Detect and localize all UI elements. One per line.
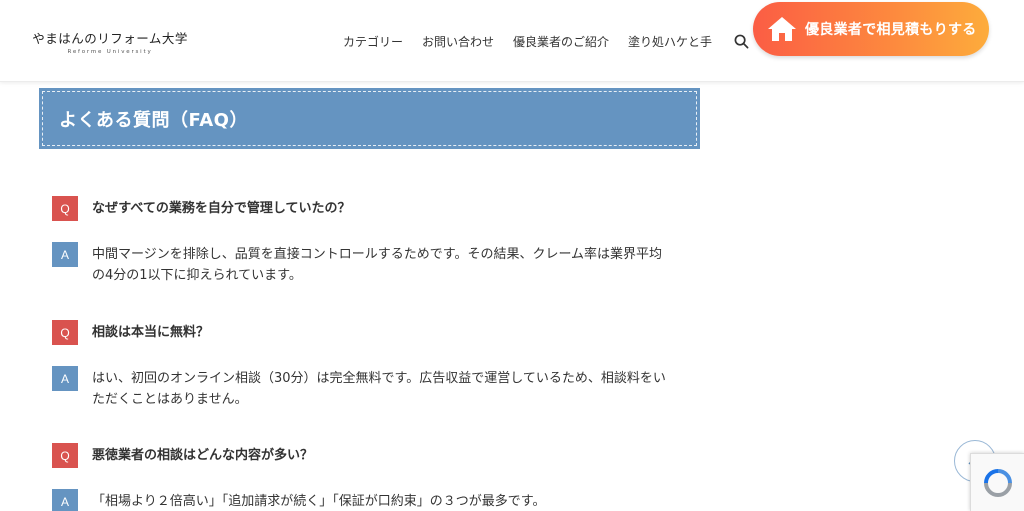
question-badge: Q <box>52 196 78 221</box>
faq-question-1: Q なぜすべての業務を自分で管理していたの？ <box>52 196 350 221</box>
answer-text: はい、初回のオンライン相談（30分）は完全無料です。広告収益で運営しているため、… <box>92 371 666 407</box>
faq-answer-1: A 中間マージンを排除し、品質を直接コントロールするためです。その結果、クレーム… <box>52 242 672 286</box>
site-logo[interactable]: やまはんのリフォーム大学 Reforme University <box>32 22 187 60</box>
nav-item-hake[interactable]: 塗り処ハケと手 <box>628 33 712 50</box>
logo-sub-text: Reforme University <box>67 48 153 55</box>
faq-heading: よくある質問（FAQ） <box>59 109 248 131</box>
recaptcha-icon <box>983 468 1012 497</box>
answer-text: 中間マージンを排除し、品質を直接コントロールするためです。その結果、クレーム率は… <box>92 247 663 283</box>
question-text: 相談は本当に無料？ <box>92 325 210 340</box>
faq-heading-box: よくある質問（FAQ） <box>39 88 700 149</box>
home-icon <box>767 16 797 42</box>
answer-badge: A <box>52 489 78 511</box>
logo-main-text: やまはんのリフォーム大学 <box>32 30 188 46</box>
nav-item-category[interactable]: カテゴリー <box>343 33 403 50</box>
question-text: 悪徳業者の相談はどんな内容が多い？ <box>92 448 314 463</box>
question-badge: Q <box>52 320 78 345</box>
search-icon[interactable] <box>733 34 749 50</box>
nav-item-contact[interactable]: お問い合わせ <box>422 33 494 50</box>
faq-heading-inner: よくある質問（FAQ） <box>42 91 697 146</box>
recaptcha-badge[interactable] <box>970 453 1024 511</box>
faq-answer-2: A はい、初回のオンライン相談（30分）は完全無料です。広告収益で運営しているた… <box>52 366 672 410</box>
faq-answer-3: A 「相場より２倍高い」「追加請求が続く」「保証が口約束」の３つが最多です。 <box>52 489 672 511</box>
site-header: やまはんのリフォーム大学 Reforme University カテゴリー お問… <box>0 0 1024 82</box>
question-badge: Q <box>52 443 78 468</box>
quote-cta-button[interactable]: 優良業者で相見積もりする <box>753 2 989 56</box>
faq-question-3: Q 悪徳業者の相談はどんな内容が多い？ <box>52 443 313 468</box>
answer-badge: A <box>52 366 78 391</box>
main-nav: カテゴリー お問い合わせ 優良業者のご紹介 塗り処ハケと手 <box>343 33 749 50</box>
faq-question-2: Q 相談は本当に無料？ <box>52 320 209 345</box>
answer-badge: A <box>52 242 78 267</box>
question-text: なぜすべての業務を自分で管理していたの？ <box>92 201 351 216</box>
cta-label: 優良業者で相見積もりする <box>805 22 977 38</box>
answer-text: 「相場より２倍高い」「追加請求が続く」「保証が口約束」の３つが最多です。 <box>92 494 546 509</box>
nav-item-contractors[interactable]: 優良業者のご紹介 <box>513 33 609 50</box>
